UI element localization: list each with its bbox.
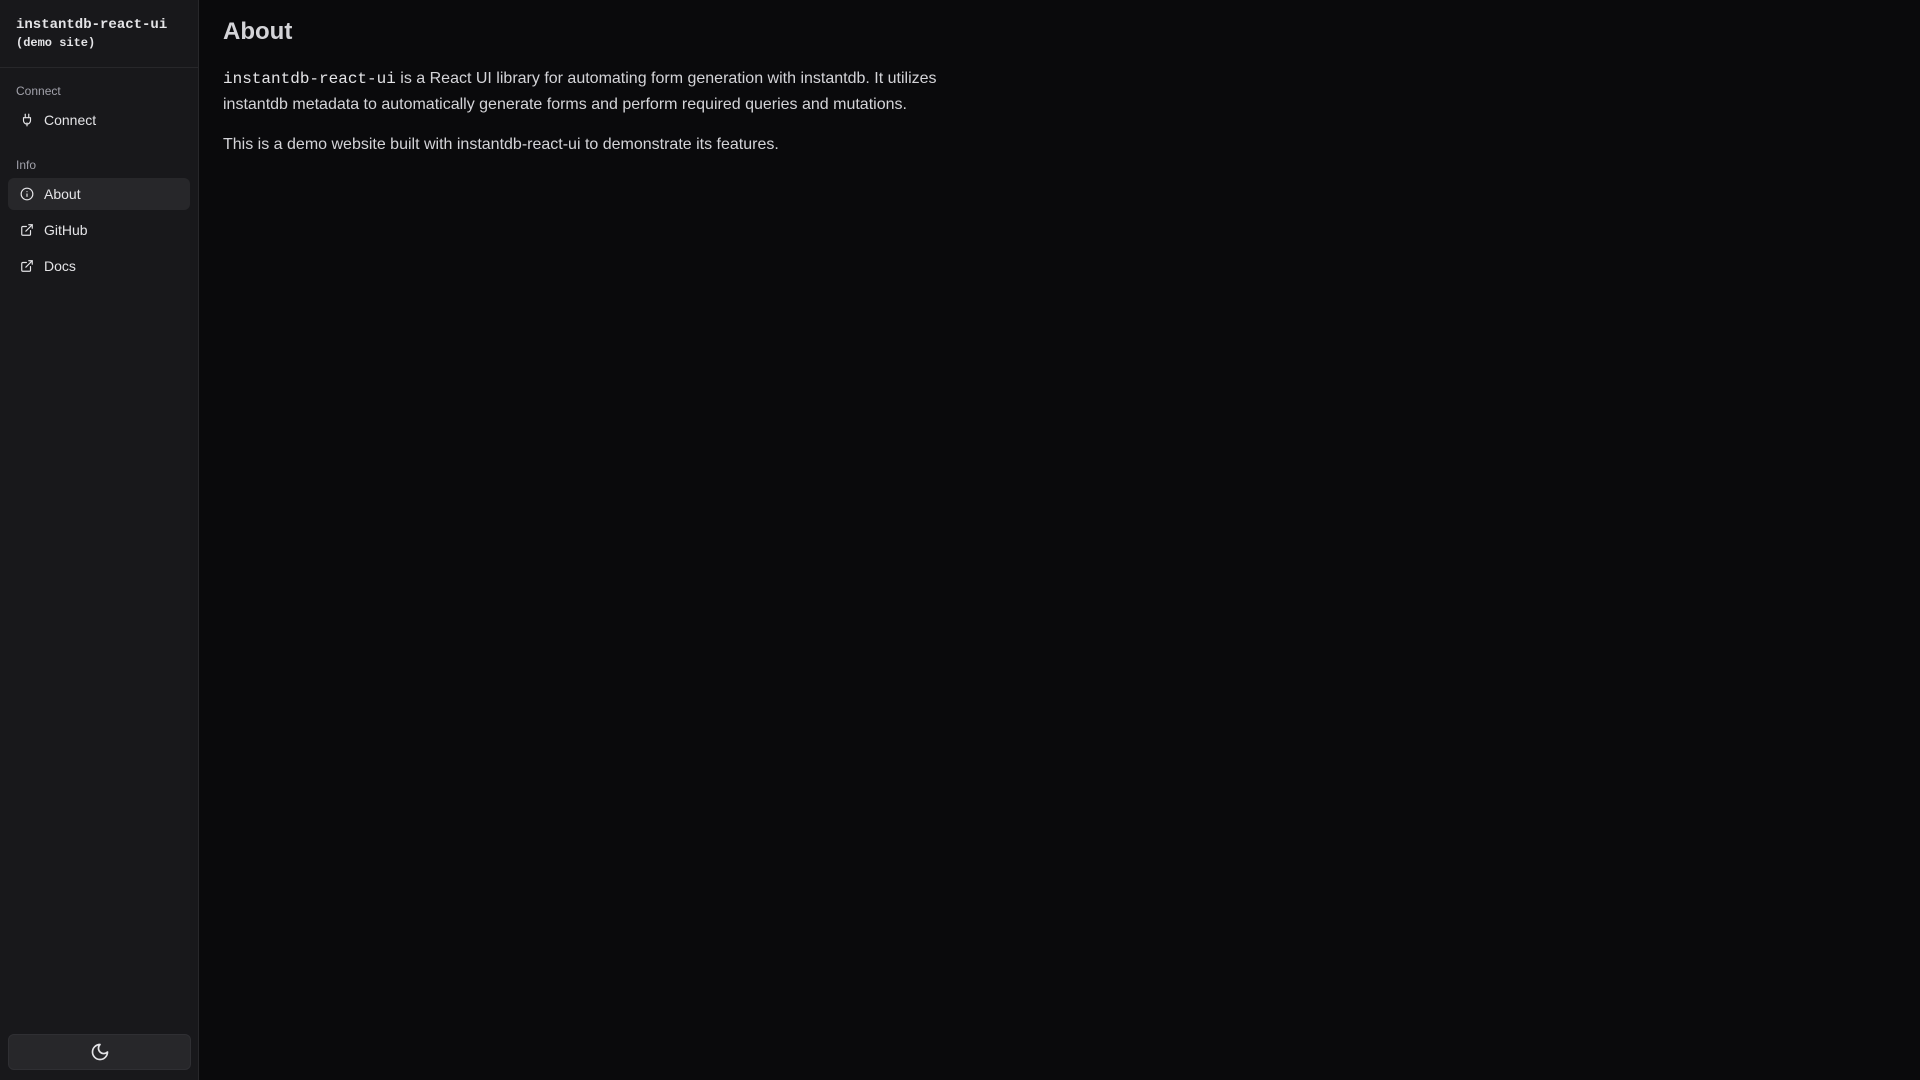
sidebar: instantdb-react-ui (demo site) Connect C… — [0, 0, 199, 1080]
brand-name: instantdb-react-ui — [16, 17, 168, 33]
info-icon — [20, 187, 34, 201]
group-label-connect: Connect — [16, 84, 61, 98]
app-root: instantdb-react-ui (demo site) Connect C… — [0, 0, 1920, 1080]
sidebar-item-connect[interactable]: Connect — [8, 104, 190, 136]
sidebar-item-label: GitHub — [44, 222, 88, 238]
sidebar-nav: Connect Connect Info About GitHub Docs — [0, 68, 198, 1034]
main-content: About instantdb-react-ui is a React UI l… — [199, 0, 1920, 1080]
moon-icon — [91, 1043, 108, 1061]
plug-icon — [20, 113, 34, 127]
library-name-code: instantdb-react-ui — [223, 70, 396, 88]
sidebar-item-docs[interactable]: Docs — [8, 250, 190, 282]
sidebar-footer — [0, 1034, 198, 1080]
sidebar-item-label: Connect — [44, 112, 97, 128]
external-link-icon — [20, 259, 34, 273]
external-link-icon — [20, 223, 34, 237]
sidebar-item-about[interactable]: About — [8, 178, 190, 210]
sidebar-item-label: Docs — [44, 258, 76, 274]
brand: instantdb-react-ui (demo site) — [0, 0, 198, 68]
group-label-info: Info — [16, 158, 37, 172]
brand-subtitle: (demo site) — [16, 36, 96, 50]
demo-paragraph: This is a demo website built with instan… — [223, 136, 779, 153]
sidebar-item-label: About — [44, 186, 81, 202]
sidebar-item-github[interactable]: GitHub — [8, 214, 190, 246]
theme-toggle-button[interactable] — [8, 1034, 191, 1070]
intro-paragraph: instantdb-react-ui is a React UI library… — [223, 66, 983, 117]
page-title: About — [223, 18, 293, 45]
